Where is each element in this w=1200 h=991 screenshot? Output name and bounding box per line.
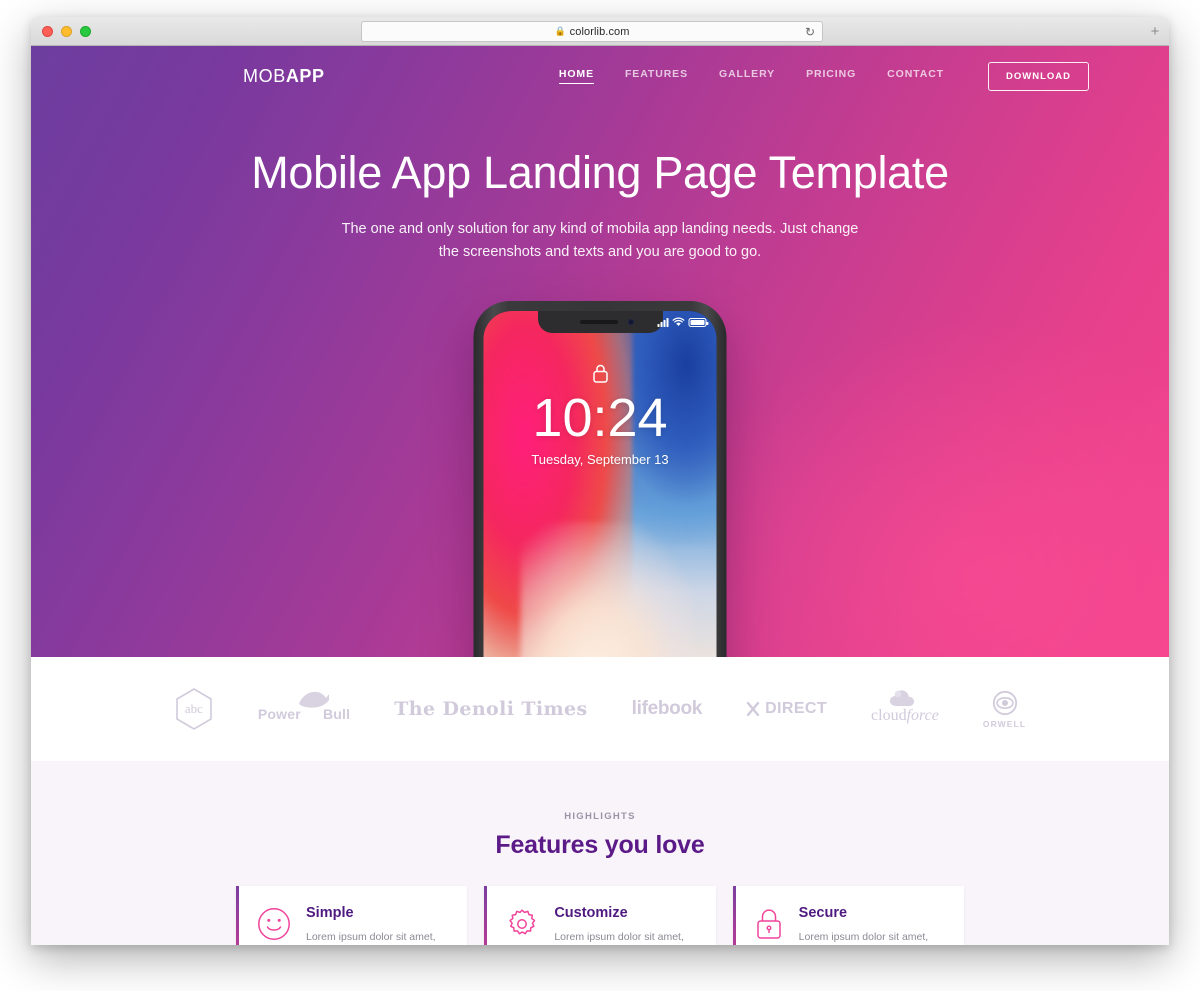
- hero-section: MOBAPP HOME FEATURES GALLERY PRICING CON…: [31, 46, 1169, 657]
- bull-icon: [298, 691, 329, 708]
- brand-logo-abc: abc: [174, 687, 214, 731]
- nav-item-pricing[interactable]: PRICING: [806, 68, 856, 84]
- phone-time: 10:24: [532, 388, 668, 448]
- hero-glow: [669, 317, 1169, 657]
- front-camera-icon: [628, 319, 634, 325]
- minimize-window-button[interactable]: [61, 26, 72, 37]
- browser-chrome-bar: 🔒 colorlib.com ↻ +: [31, 17, 1169, 46]
- traffic-lights: [42, 26, 91, 37]
- cloud-icon: [890, 690, 915, 706]
- url-text: colorlib.com: [569, 25, 630, 38]
- gear-icon: [505, 905, 539, 945]
- feature-card-title: Secure: [798, 905, 848, 921]
- nav-item-features[interactable]: FEATURES: [625, 68, 688, 84]
- reload-icon[interactable]: ↻: [805, 26, 815, 38]
- feature-cards: Simple Lorem ipsum dolor sit amet, conse…: [31, 886, 1169, 945]
- brand-label-cloud: cloud: [871, 707, 907, 724]
- earpiece-speaker: [579, 320, 618, 324]
- lock-icon: 🔒: [554, 26, 566, 36]
- brand-label-orwell: ORWELL: [982, 718, 1027, 729]
- brand-logo-orwell: ORWELL: [983, 690, 1026, 729]
- browser-window: 🔒 colorlib.com ↻ + MOBAPP HOME FEATURES …: [31, 17, 1169, 945]
- feature-card-body: Customize Lorem ipsum dolor sit amet, co…: [554, 905, 697, 945]
- section-title: Features you love: [495, 831, 705, 859]
- signal-bars-icon: [657, 318, 669, 327]
- nav-links: HOME FEATURES GALLERY PRICING CONTACT DO…: [558, 61, 1089, 91]
- battery-icon: [688, 318, 709, 327]
- phone-status-bar: [657, 317, 709, 327]
- address-bar[interactable]: 🔒 colorlib.com ↻: [361, 21, 823, 42]
- wifi-icon: [672, 317, 685, 327]
- site-logo[interactable]: MOBAPP: [243, 66, 325, 87]
- plus-icon[interactable]: +: [1144, 21, 1166, 42]
- feature-card-customize[interactable]: Customize Lorem ipsum dolor sit amet, co…: [484, 886, 716, 945]
- brand-logo-denoli-times: The Denoli Times: [394, 698, 588, 720]
- feature-card-title: Customize: [554, 905, 628, 921]
- logo-text-light: MOB: [243, 65, 286, 86]
- x-mark-icon: [746, 702, 760, 716]
- feature-card-text: Lorem ipsum dolor sit amet, consectetur …: [798, 931, 929, 943]
- main-navigation: MOBAPP HOME FEATURES GALLERY PRICING CON…: [31, 46, 1169, 106]
- smiley-icon: [257, 905, 291, 945]
- phone-mockup: 10:24 Tuesday, September 13: [473, 301, 727, 657]
- eye-icon: [992, 690, 1017, 715]
- page-viewport: MOBAPP HOME FEATURES GALLERY PRICING CON…: [31, 46, 1169, 945]
- close-window-button[interactable]: [42, 26, 53, 37]
- brand-logos-strip: abc Power Bull The Denoli Times lifebook: [31, 657, 1169, 761]
- feature-card-simple[interactable]: Simple Lorem ipsum dolor sit amet, conse…: [236, 886, 468, 945]
- feature-card-body: Secure Lorem ipsum dolor sit amet, conse…: [799, 905, 946, 945]
- brand-label-power: Power: [257, 706, 301, 722]
- brand-label-force: force: [906, 707, 939, 724]
- brand-label-abc: abc: [184, 701, 203, 716]
- brand-logo-direct: DIRECT: [746, 700, 827, 718]
- nav-item-home[interactable]: HOME: [558, 68, 595, 84]
- logo-text-bold: APP: [285, 65, 325, 86]
- feature-card-secure[interactable]: Secure Lorem ipsum dolor sit amet, conse…: [732, 886, 964, 945]
- section-eyebrow: HIGHLIGHTS: [564, 811, 636, 822]
- features-section: HIGHLIGHTS Features you love Simple Lore…: [31, 761, 1169, 945]
- maximize-window-button[interactable]: [80, 26, 91, 37]
- nav-item-gallery[interactable]: GALLERY: [719, 68, 775, 84]
- feature-card-title: Simple: [306, 905, 354, 921]
- padlock-icon: [754, 905, 784, 945]
- lock-icon: [592, 363, 609, 389]
- feature-card-text: Lorem ipsum dolor sit amet, consectetur …: [306, 931, 436, 943]
- phone-notch: [537, 311, 663, 333]
- phone-screen: 10:24 Tuesday, September 13: [483, 311, 717, 657]
- brand-label-direct: DIRECT: [765, 700, 828, 717]
- feature-card-body: Simple Lorem ipsum dolor sit amet, conse…: [306, 905, 449, 945]
- brand-logo-power-bull: Power Bull: [257, 691, 350, 722]
- hero-title: Mobile App Landing Page Template: [251, 147, 949, 198]
- download-button[interactable]: DOWNLOAD: [988, 61, 1089, 91]
- feature-card-text: Lorem ipsum dolor sit amet, consectetur …: [554, 931, 684, 943]
- brand-logo-lifebook: lifebook: [631, 698, 703, 719]
- phone-date: Tuesday, September 13: [531, 452, 669, 467]
- hero-subtitle: The one and only solution for any kind o…: [341, 220, 859, 260]
- nav-item-contact[interactable]: CONTACT: [887, 68, 944, 84]
- brand-logo-cloudforce: cloudforce: [871, 690, 939, 725]
